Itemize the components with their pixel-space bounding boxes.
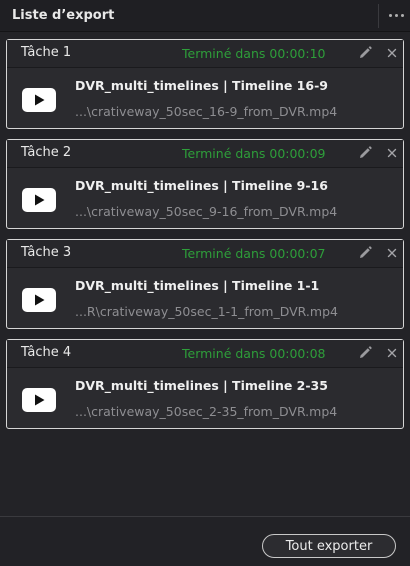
job-status: Terminé dans 00:00:08 bbox=[182, 346, 326, 361]
close-icon[interactable] bbox=[385, 345, 399, 361]
job-title: DVR_multi_timelines | Timeline 9-16 bbox=[75, 178, 328, 193]
header-divider bbox=[378, 4, 379, 28]
more-options-icon[interactable] bbox=[388, 14, 406, 18]
video-play-icon[interactable] bbox=[22, 88, 56, 112]
edit-pencil-icon[interactable] bbox=[357, 345, 373, 361]
job-name: Tâche 4 bbox=[21, 345, 72, 360]
job-title: DVR_multi_timelines | Timeline 1-1 bbox=[75, 278, 320, 293]
export-job-card[interactable]: Tâche 3 Terminé dans 00:00:07 DVR_multi_… bbox=[6, 239, 404, 329]
close-icon[interactable] bbox=[385, 145, 399, 161]
job-output-path: ...\crativeway_50sec_9-16_from_DVR.mp4 bbox=[75, 204, 338, 219]
job-name: Tâche 2 bbox=[21, 145, 72, 160]
job-header: Tâche 3 Terminé dans 00:00:07 bbox=[7, 240, 403, 268]
panel-header: Liste d’export bbox=[0, 0, 410, 32]
export-all-button[interactable]: Tout exporter bbox=[262, 534, 396, 558]
close-icon[interactable] bbox=[385, 245, 399, 261]
job-title: DVR_multi_timelines | Timeline 2-35 bbox=[75, 378, 328, 393]
export-job-card[interactable]: Tâche 2 Terminé dans 00:00:09 DVR_multi_… bbox=[6, 139, 404, 229]
video-play-icon[interactable] bbox=[22, 288, 56, 312]
job-output-path: ...\crativeway_50sec_2-35_from_DVR.mp4 bbox=[75, 404, 338, 419]
job-output-path: ...R\crativeway_50sec_1-1_from_DVR.mp4 bbox=[75, 304, 338, 319]
job-status: Terminé dans 00:00:10 bbox=[182, 46, 326, 61]
export-job-card[interactable]: Tâche 1 Terminé dans 00:00:10 DVR_multi_… bbox=[6, 39, 404, 129]
job-status: Terminé dans 00:00:07 bbox=[182, 246, 326, 261]
job-name: Tâche 1 bbox=[21, 45, 72, 60]
job-name: Tâche 3 bbox=[21, 245, 72, 260]
job-output-path: ...\crativeway_50sec_16-9_from_DVR.mp4 bbox=[75, 104, 338, 119]
video-play-icon[interactable] bbox=[22, 188, 56, 212]
job-header: Tâche 1 Terminé dans 00:00:10 bbox=[7, 40, 403, 68]
video-play-icon[interactable] bbox=[22, 388, 56, 412]
job-title: DVR_multi_timelines | Timeline 16-9 bbox=[75, 78, 328, 93]
close-icon[interactable] bbox=[385, 45, 399, 61]
edit-pencil-icon[interactable] bbox=[357, 245, 373, 261]
job-header: Tâche 2 Terminé dans 00:00:09 bbox=[7, 140, 403, 168]
job-status: Terminé dans 00:00:09 bbox=[182, 146, 326, 161]
panel-title: Liste d’export bbox=[12, 8, 115, 23]
export-job-card[interactable]: Tâche 4 Terminé dans 00:00:08 DVR_multi_… bbox=[6, 339, 404, 429]
job-header: Tâche 4 Terminé dans 00:00:08 bbox=[7, 340, 403, 368]
edit-pencil-icon[interactable] bbox=[357, 145, 373, 161]
edit-pencil-icon[interactable] bbox=[357, 45, 373, 61]
